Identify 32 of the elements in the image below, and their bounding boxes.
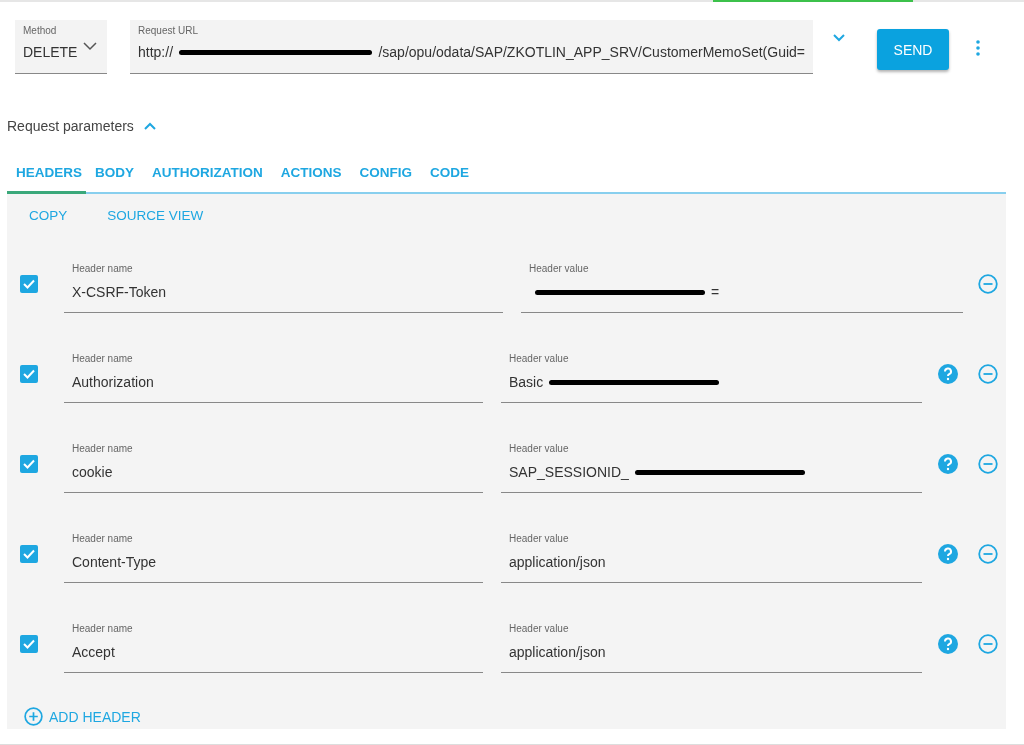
chevron-down-icon[interactable]	[833, 34, 845, 42]
method-dropdown[interactable]: Method DELETE	[15, 20, 107, 74]
help-icon[interactable]	[938, 364, 958, 384]
header-name-field[interactable]: Header name cookie	[64, 435, 483, 493]
help-icon[interactable]	[938, 454, 958, 474]
header-value-field[interactable]: Header value application/json	[501, 615, 922, 673]
header-value-field[interactable]: Header value Basic	[501, 345, 922, 403]
help-icon[interactable]	[938, 544, 958, 564]
header-name-field[interactable]: Header name Authorization	[64, 345, 483, 403]
checkbox[interactable]	[20, 635, 38, 653]
header-name-field[interactable]: Header name Accept	[64, 615, 483, 673]
checkbox[interactable]	[20, 365, 38, 383]
more-icon[interactable]	[976, 40, 980, 56]
checkbox[interactable]	[20, 455, 38, 473]
header-name-field[interactable]: Header name Content-Type	[64, 525, 483, 583]
caret-icon	[83, 42, 97, 51]
header-value-field[interactable]: Header value SAP_SESSIONID_	[501, 435, 922, 493]
checkbox[interactable]	[20, 545, 38, 563]
remove-icon[interactable]	[978, 544, 998, 564]
header-value-field[interactable]: Header value =	[521, 255, 963, 313]
help-icon[interactable]	[938, 634, 958, 654]
section-title: Request parameters	[7, 118, 134, 134]
checkbox[interactable]	[20, 275, 38, 293]
remove-icon[interactable]	[978, 364, 998, 384]
remove-icon[interactable]	[978, 454, 998, 474]
remove-icon[interactable]	[978, 274, 998, 294]
add-icon	[24, 707, 43, 726]
chevron-icon[interactable]	[143, 122, 156, 130]
header-value-field[interactable]: Header value application/json	[501, 525, 922, 583]
url-field[interactable]: Request URL http:// /sap/opu/odata/SAP/ZKOTLIN_APP_SRV/CustomerMemoSet(Guid=	[130, 20, 813, 74]
header-name-field[interactable]: Header name X-CSRF-Token	[64, 255, 503, 313]
remove-icon[interactable]	[978, 634, 998, 654]
